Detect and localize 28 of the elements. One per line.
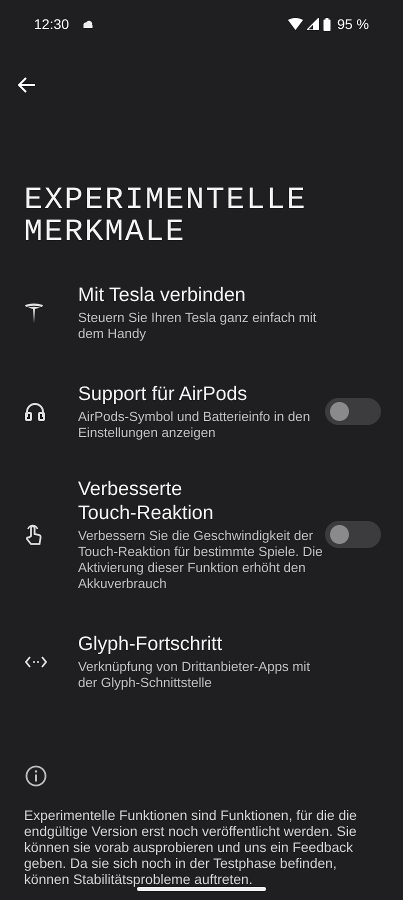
- settings-item[interactable]: Support für AirPods AirPods-Symbol und Batterieinfo in den Einstellungen anzeigen: [0, 382, 403, 441]
- tesla-logo-icon: [25, 302, 43, 322]
- item-description: Steuern Sie Ihren Tesla ganz einfach mit dem Handy: [78, 310, 318, 342]
- item-title: Mit Tesla verbinden: [78, 283, 247, 307]
- signal-icon: [307, 18, 320, 30]
- cloud-icon: [83, 20, 94, 28]
- toggle-switch[interactable]: [325, 398, 381, 425]
- settings-item[interactable]: Mit Tesla verbinden Steuern Sie Ihren Tesla ganz einfach mit dem Handy: [0, 283, 403, 342]
- item-description: AirPods-Symbol und Batterieinfo in den Einstellungen anzeigen: [78, 409, 312, 441]
- item-description: Verknüpfung von Drittanbieter-Apps mit der Glyph-Schnittstelle: [78, 659, 312, 691]
- page-title: EXPERIMENTELLE MERKMALE: [24, 185, 308, 249]
- touch-hand-icon: [25, 524, 43, 546]
- battery-icon: [323, 18, 332, 30]
- settings-item[interactable]: Verbesserte Touch-Reaktion Verbessern Sie die Geschwindigkeit der Touch-Reaktion für bestimmte Spiele. Die Aktivierung dieser Funktion erhöht den Akkuverbrauch: [0, 477, 403, 592]
- toggle-switch[interactable]: [325, 521, 381, 548]
- status-time: 12:30: [34, 16, 70, 32]
- item-title: Glyph-Fortschritt: [78, 632, 224, 656]
- settings-item[interactable]: Glyph-Fortschritt Verknüpfung von Drittanbieter-Apps mit der Glyph-Schnittstelle: [0, 632, 403, 691]
- battery-percentage: 95 %: [337, 16, 369, 32]
- info-text: Experimentelle Funktionen sind Funktionen, für die die endgültige Version erst noch veröffentlicht werden. Sie können sie vorab ausprobieren und uns ein Feedback geben. Da sie sich noch in der Testphase befinden, können Stabilitätsprobleme auftreten.: [24, 808, 358, 888]
- code-arrows-icon: [25, 656, 47, 668]
- info-icon: [25, 765, 47, 787]
- headphones-icon: [25, 402, 45, 420]
- item-description: Verbessern Sie die Geschwindigkeit der Touch-Reaktion für bestimmte Spiele. Die Aktivierung dieser Funktion erhöht den Akkuverbrauch: [78, 528, 323, 592]
- back-arrow-icon: [18, 77, 36, 93]
- item-title: Verbesserte Touch-Reaktion: [78, 477, 214, 525]
- wifi-icon: [288, 18, 304, 30]
- item-title: Support für AirPods: [78, 382, 248, 406]
